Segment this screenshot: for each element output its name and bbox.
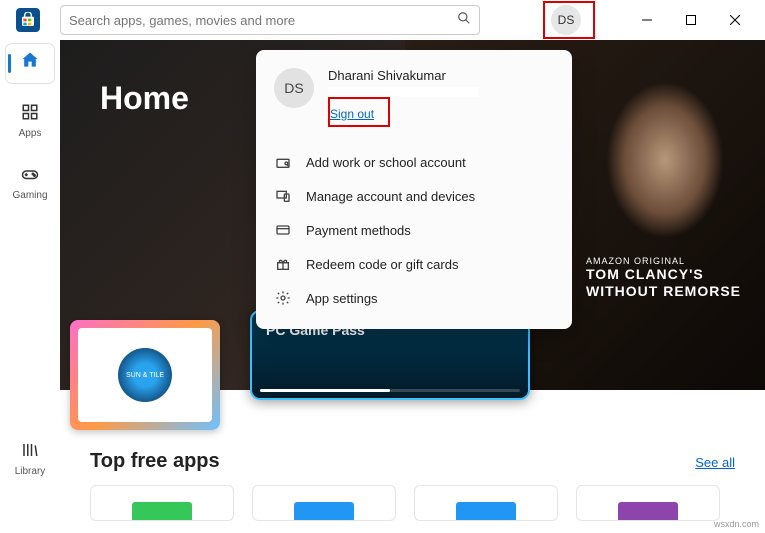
gaming-icon: [21, 165, 39, 188]
sidebar-item-library[interactable]: Library: [6, 435, 54, 483]
profile-name: Dharani Shivakumar: [328, 68, 478, 83]
gear-icon: [274, 290, 292, 306]
sidebar-item-label: Apps: [19, 128, 42, 139]
section-title: Top free apps: [90, 450, 220, 473]
watermark: wsxdn.com: [714, 519, 759, 529]
app-tile-row: [90, 485, 735, 521]
profile-header: DS Dharani Shivakumar Sign out: [256, 64, 572, 139]
profile-avatar: DS: [274, 68, 314, 108]
sidebar: Apps Gaming Library: [0, 40, 60, 533]
hero-sublabel-line: TOM CLANCY'S: [586, 266, 741, 283]
sidebar-item-label: Gaming: [12, 190, 47, 201]
app-tile[interactable]: [90, 485, 234, 521]
menu-item-label: Payment methods: [306, 223, 411, 238]
sign-out-link[interactable]: Sign out: [330, 107, 374, 121]
menu-item-label: Manage account and devices: [306, 189, 475, 204]
profile-avatar-button[interactable]: DS: [551, 5, 581, 35]
window-controls: [625, 5, 757, 35]
menu-add-work-school[interactable]: Add work or school account: [256, 145, 572, 179]
sidebar-item-label: Library: [15, 466, 46, 477]
app-tile[interactable]: [414, 485, 558, 521]
app-tile[interactable]: [576, 485, 720, 521]
sidebar-item-home[interactable]: [6, 44, 54, 83]
menu-manage-account[interactable]: Manage account and devices: [256, 179, 572, 213]
gamepass-progress: [260, 389, 520, 392]
store-app-icon: [16, 8, 40, 32]
credit-card-icon: [274, 222, 292, 238]
gift-icon: [274, 256, 292, 272]
page-title: Home: [100, 80, 189, 117]
hero-movie-sublabel: AMAZON ORIGINAL TOM CLANCY'S WITHOUT REM…: [586, 256, 741, 300]
app-tile[interactable]: [252, 485, 396, 521]
briefcase-icon: [274, 154, 292, 170]
profile-menu-list: Add work or school account Manage accoun…: [256, 139, 572, 321]
menu-redeem-code[interactable]: Redeem code or gift cards: [256, 247, 572, 281]
home-icon: [20, 50, 40, 75]
search-icon[interactable]: [457, 11, 471, 30]
sidebar-item-gaming[interactable]: Gaming: [6, 159, 54, 207]
minimize-button[interactable]: [625, 5, 669, 35]
menu-app-settings[interactable]: App settings: [256, 281, 572, 315]
profile-dropdown: DS Dharani Shivakumar Sign out Add work …: [256, 50, 572, 329]
sidebar-item-apps[interactable]: Apps: [6, 97, 54, 145]
promo-badge: SUN & TILE: [118, 348, 172, 402]
maximize-button[interactable]: [669, 5, 713, 35]
apps-icon: [21, 103, 39, 126]
menu-item-label: Redeem code or gift cards: [306, 257, 458, 272]
close-button[interactable]: [713, 5, 757, 35]
see-all-link[interactable]: See all: [695, 455, 735, 470]
title-bar: DS: [0, 0, 765, 40]
search-input[interactable]: [69, 13, 457, 28]
hero-sublabel-line: WITHOUT REMORSE: [586, 283, 741, 300]
signout-highlight: Sign out: [328, 97, 390, 127]
profile-email: [328, 87, 478, 97]
library-icon: [21, 441, 39, 464]
menu-item-label: Add work or school account: [306, 155, 466, 170]
avatar-highlight: DS: [543, 1, 595, 39]
menu-payment-methods[interactable]: Payment methods: [256, 213, 572, 247]
menu-item-label: App settings: [306, 291, 378, 306]
devices-icon: [274, 188, 292, 204]
hero-promo-card[interactable]: SUN & TILE: [70, 320, 220, 430]
search-box[interactable]: [60, 5, 480, 35]
hero-sublabel-line: AMAZON ORIGINAL: [586, 256, 741, 267]
